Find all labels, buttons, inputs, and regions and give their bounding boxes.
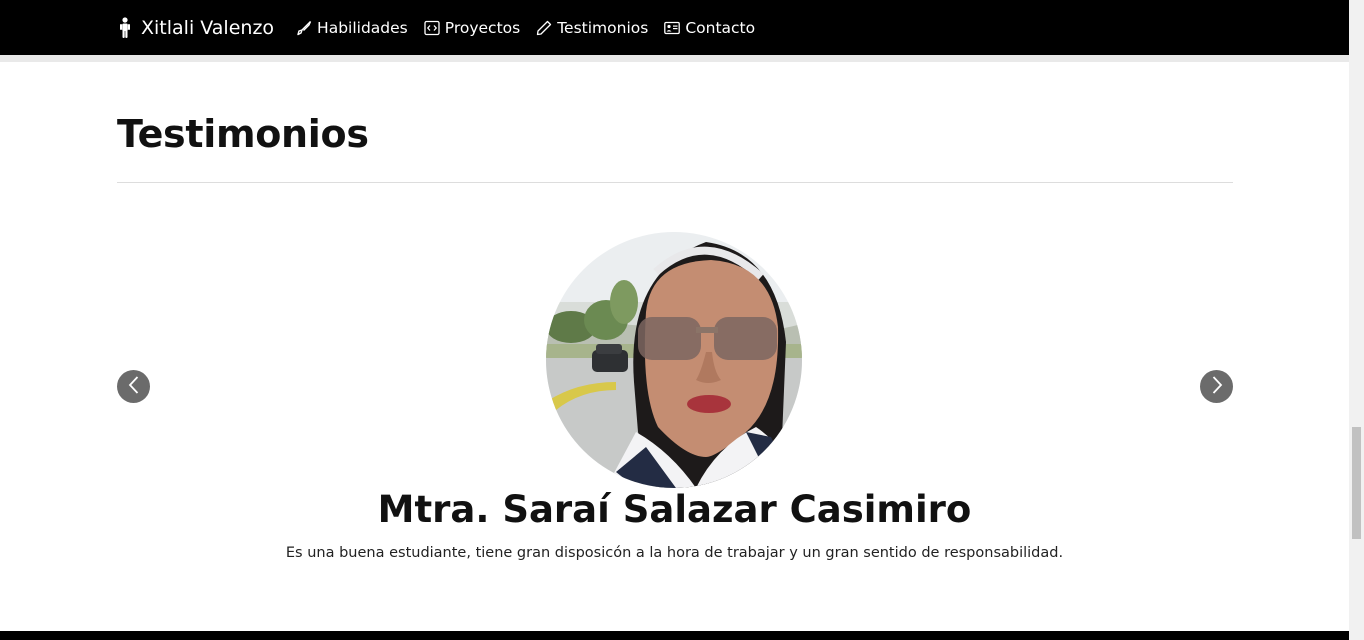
brush-icon (296, 20, 312, 36)
navbar: Xitlali Valenzo Habilidades Proyectos Te… (0, 0, 1349, 55)
nav-link-habilidades[interactable]: Habilidades (296, 19, 408, 37)
nav-link-label: Contacto (685, 18, 756, 37)
carousel-prev-button[interactable] (117, 370, 150, 403)
chevron-left-icon (127, 375, 141, 399)
navbar-inner: Xitlali Valenzo Habilidades Proyectos Te… (117, 0, 771, 55)
testimonial-photo (546, 232, 802, 488)
vertical-scrollbar[interactable] (1349, 0, 1364, 640)
person-card-icon (664, 20, 681, 36)
pencil-icon (536, 20, 552, 36)
testimonial-author-name: Mtra. Saraí Salazar Casimiro (377, 488, 972, 531)
person-standing-icon (117, 16, 133, 39)
nav-link-contacto[interactable]: Contacto (664, 19, 755, 37)
section-divider (117, 182, 1233, 183)
chevron-right-icon (1210, 375, 1224, 399)
navbar-shadow-band (0, 55, 1349, 62)
nav-link-proyectos[interactable]: Proyectos (424, 19, 520, 37)
navbar-brand-label: Xitlali Valenzo (141, 16, 275, 39)
nav-link-label: Testimonios (557, 18, 649, 37)
nav-link-label: Proyectos (444, 18, 521, 37)
footer-strip (0, 631, 1349, 640)
carousel-next-button[interactable] (1200, 370, 1233, 403)
nav-links: Habilidades Proyectos Testimonios Contac… (296, 19, 771, 37)
scrollbar-thumb[interactable] (1352, 427, 1361, 539)
testimonial-text: Es una buena estudiante, tiene gran disp… (285, 545, 1064, 561)
nav-link-testimonios[interactable]: Testimonios (536, 19, 648, 37)
nav-link-label: Habilidades (317, 18, 408, 37)
navbar-brand[interactable]: Xitlali Valenzo (117, 17, 274, 39)
code-square-icon (424, 20, 440, 36)
section-title: Testimonios (117, 112, 369, 156)
